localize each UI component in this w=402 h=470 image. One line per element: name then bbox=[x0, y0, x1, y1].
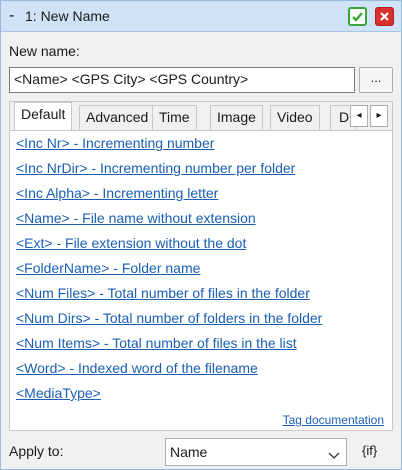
rename-window: - 1: New Name New name: <Name> <GPS City… bbox=[0, 0, 402, 470]
tag-link[interactable]: <FolderName> - Folder name bbox=[16, 260, 200, 276]
title-bar: - 1: New Name bbox=[1, 1, 401, 32]
checkmark-icon[interactable] bbox=[348, 7, 367, 26]
tag-link[interactable]: <Num Dirs> - Total number of folders in … bbox=[16, 310, 322, 326]
tab-strip: Default Advanced Time Image Video D ◂ ▸ bbox=[10, 102, 392, 131]
apply-to-value: Name bbox=[170, 444, 208, 460]
tag-link[interactable]: <Name> - File name without extension bbox=[16, 210, 256, 226]
tag-link[interactable]: <Num Items> - Total number of files in t… bbox=[16, 335, 297, 351]
window-title: 1: New Name bbox=[25, 8, 110, 24]
tag-link[interactable]: <Inc Alpha> - Incrementing letter bbox=[16, 185, 218, 201]
tab-scroll-left-icon[interactable]: ◂ bbox=[350, 105, 368, 127]
tag-link[interactable]: <Num Files> - Total number of files in t… bbox=[16, 285, 310, 301]
tag-tabs: Default Advanced Time Image Video D ◂ ▸ … bbox=[9, 101, 393, 431]
tab-default[interactable]: Default bbox=[14, 102, 73, 130]
chevron-down-icon bbox=[328, 447, 340, 463]
tab-time[interactable]: Time bbox=[152, 105, 197, 130]
tag-link[interactable]: <Inc NrDir> - Incrementing number per fo… bbox=[16, 160, 295, 176]
tab-advanced[interactable]: Advanced bbox=[79, 105, 156, 130]
browse-button[interactable]: ... bbox=[359, 67, 393, 93]
apply-to-label: Apply to: bbox=[9, 443, 64, 459]
tag-link[interactable]: <Inc Nr> - Incrementing number bbox=[16, 135, 214, 151]
tag-link[interactable]: <MediaType> bbox=[16, 385, 101, 401]
tag-link[interactable]: <Ext> - File extension without the dot bbox=[16, 235, 246, 251]
close-icon[interactable] bbox=[375, 7, 394, 26]
tag-link[interactable]: <Word> - Indexed word of the filename bbox=[16, 360, 258, 376]
apply-to-select[interactable]: Name bbox=[165, 438, 347, 466]
new-name-input[interactable]: <Name> <GPS City> <GPS Country> bbox=[9, 67, 355, 93]
new-name-label: New name: bbox=[9, 43, 80, 59]
tag-documentation-link[interactable]: Tag documentation bbox=[283, 413, 384, 427]
collapse-button[interactable]: - bbox=[9, 7, 21, 25]
tab-video[interactable]: Video bbox=[270, 105, 320, 130]
tab-image[interactable]: Image bbox=[210, 105, 263, 130]
if-condition-button[interactable]: {if} bbox=[362, 443, 377, 458]
tab-scroll-right-icon[interactable]: ▸ bbox=[370, 105, 388, 127]
tab-content-default: <Inc Nr> - Incrementing number <Inc NrDi… bbox=[10, 131, 392, 430]
